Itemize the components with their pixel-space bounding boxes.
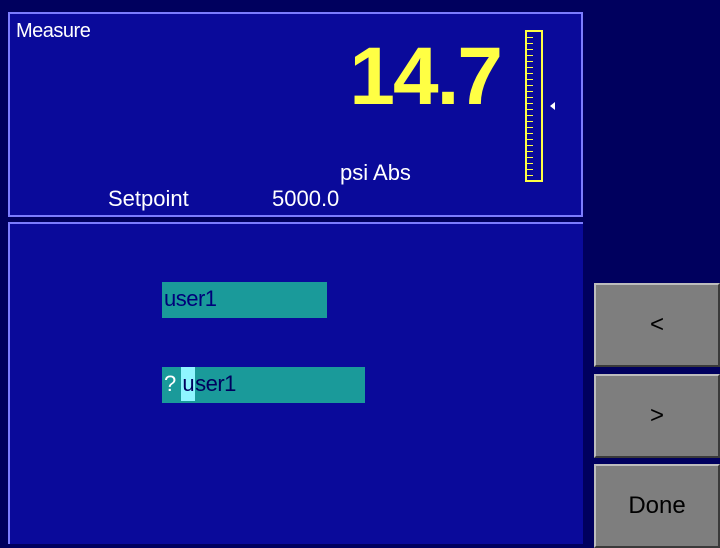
pressure-bar-gauge xyxy=(525,30,543,182)
measure-panel: Measure 14.7 psi Abs Setpoint 5000.0 xyxy=(8,12,583,217)
instrument-screen: Measure 14.7 psi Abs Setpoint 5000.0 use… xyxy=(0,0,720,548)
new-value-text: ser1 xyxy=(195,371,236,396)
cursor-left-button[interactable]: < xyxy=(594,283,720,367)
current-value-field: user1 xyxy=(162,282,327,318)
input-prompt: ? xyxy=(164,371,176,396)
done-button[interactable]: Done xyxy=(594,464,720,548)
cursor-right-button[interactable]: > xyxy=(594,374,720,458)
setpoint-value: 5000.0 xyxy=(272,186,340,211)
gauge-pointer-icon xyxy=(550,102,555,110)
text-cursor: u xyxy=(181,367,196,401)
new-value-input[interactable]: ? user1 xyxy=(162,367,365,403)
pressure-reading: 14.7 xyxy=(349,31,503,122)
measure-title: Measure xyxy=(16,20,91,42)
pressure-units: psi Abs xyxy=(340,160,411,185)
setpoint-label: Setpoint xyxy=(108,186,189,211)
